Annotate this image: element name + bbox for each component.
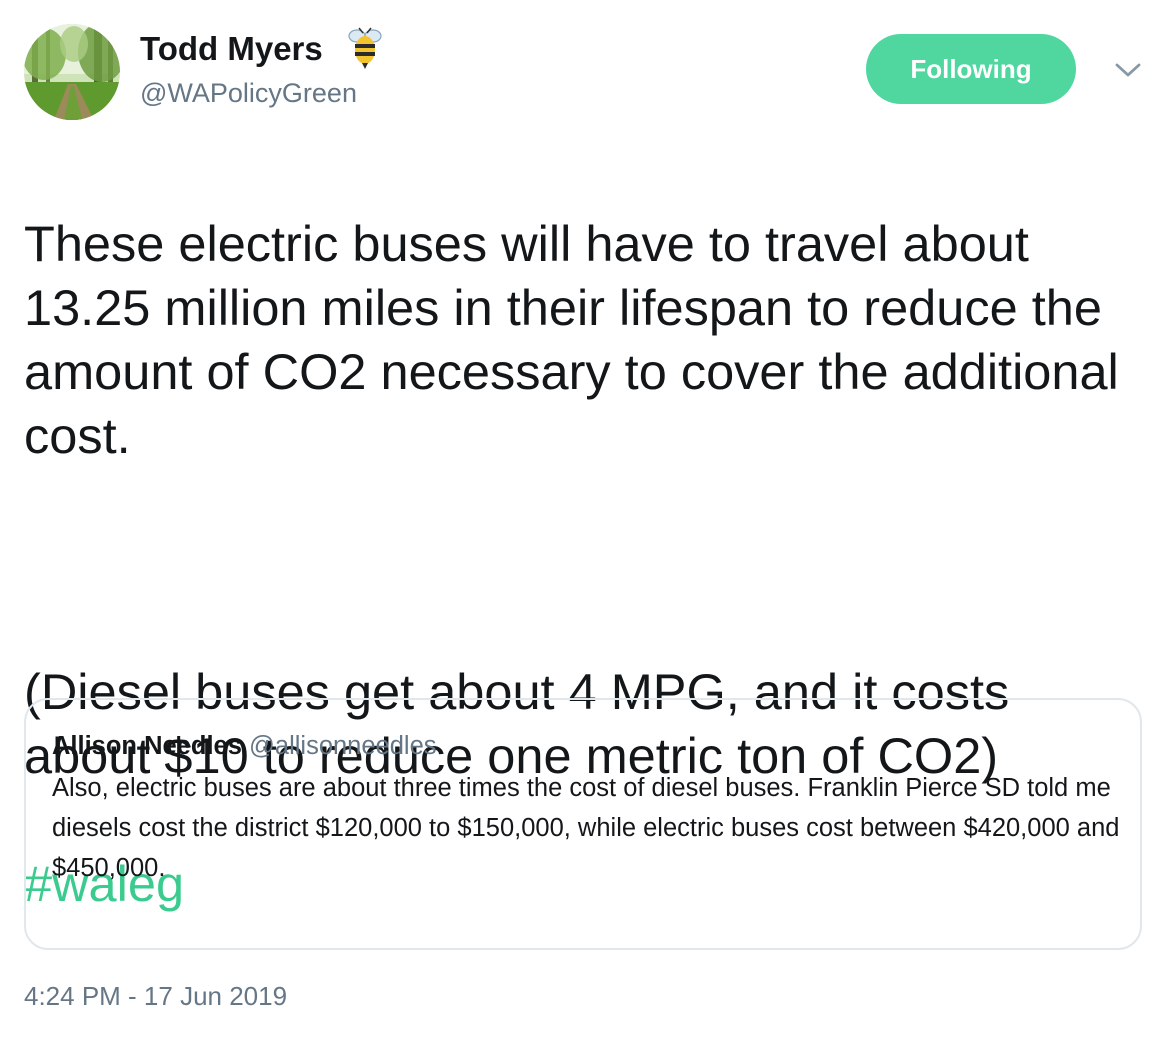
avatar[interactable] xyxy=(24,24,120,120)
quoted-tweet-text: Also, electric buses are about three tim… xyxy=(52,774,1120,882)
tweet-paragraph-1: These electric buses will have to travel… xyxy=(24,215,1119,464)
tweet-timestamp[interactable]: 4:24 PM - 17 Jun 2019 xyxy=(24,980,287,1012)
quoted-tweet-header: Allison Needles @allisonneedles xyxy=(52,730,437,762)
author-handle[interactable]: @WAPolicyGreen xyxy=(140,76,357,110)
quoted-tweet-card[interactable]: Allison Needles @allisonneedles Also, el… xyxy=(24,698,1142,950)
quoted-author-handle: @allisonneedles xyxy=(249,732,437,760)
author-name[interactable]: Todd Myers xyxy=(140,28,323,70)
forest-path-image xyxy=(24,24,120,120)
following-button[interactable]: Following xyxy=(866,34,1076,104)
bee-icon xyxy=(348,27,382,69)
quoted-author-name: Allison Needles xyxy=(52,732,242,760)
chevron-down-icon[interactable] xyxy=(1112,58,1144,82)
